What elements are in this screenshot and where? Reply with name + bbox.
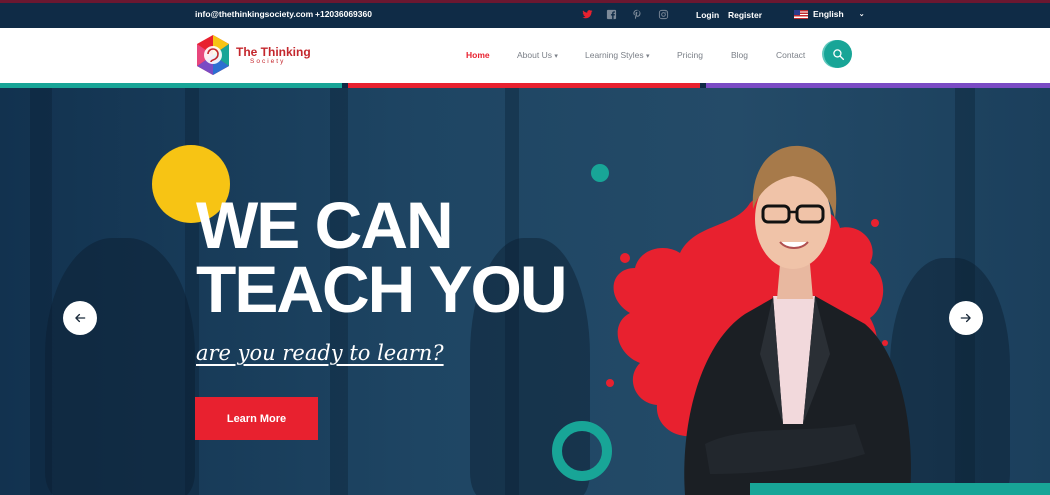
nav-blog[interactable]: Blog — [731, 50, 748, 60]
search-button[interactable] — [824, 40, 852, 68]
hero-slider: WE CAN TEACH YOU are you ready to learn?… — [0, 88, 1050, 495]
instagram-icon[interactable] — [656, 7, 670, 21]
decorative-teal-bar — [750, 483, 1050, 495]
nav-home[interactable]: Home — [466, 50, 490, 60]
nav-pricing[interactable]: Pricing — [677, 50, 703, 60]
contact-phone[interactable]: +12036069360 — [315, 9, 372, 19]
search-icon — [832, 48, 844, 60]
decorative-teal-dot — [591, 164, 609, 182]
brand-logo[interactable] — [195, 34, 231, 76]
nav-about-us[interactable]: About Us ▾ — [517, 50, 558, 60]
teacher-photo — [684, 145, 911, 495]
us-flag-icon — [794, 9, 808, 19]
hero-headline-line-1: WE CAN — [196, 188, 454, 262]
chevron-down-icon: ▾ — [554, 53, 558, 60]
register-link[interactable]: Register — [728, 10, 762, 20]
hero-headline-line-2: TEACH YOU — [196, 252, 567, 326]
chevron-down-icon: ▾ — [645, 53, 650, 60]
top-bar: info@thethinkingsociety.com +12036069360… — [0, 0, 1050, 28]
nav-contact[interactable]: Contact — [776, 50, 805, 60]
brand-name[interactable]: The Thinking — [236, 45, 311, 59]
pinterest-icon[interactable] — [630, 7, 644, 21]
arrow-left-icon — [75, 313, 86, 323]
slider-prev-button[interactable] — [63, 301, 97, 335]
chevron-down-icon: ⌄ — [858, 11, 865, 18]
twitter-icon[interactable] — [580, 7, 594, 21]
hero-tagline: are you ready to learn? — [196, 341, 444, 365]
language-selector[interactable]: English ⌄ — [794, 9, 865, 19]
login-link[interactable]: Login — [696, 10, 719, 20]
arrow-right-icon — [960, 313, 971, 323]
brand-tagline: Society — [250, 58, 286, 65]
background-student — [45, 238, 195, 495]
nav-learning-styles-label: Learning Styles — [585, 50, 644, 60]
contact-email[interactable]: info@thethinkingsociety.com — [195, 9, 313, 19]
nav-learning-styles[interactable]: Learning Styles ▾ — [585, 50, 649, 60]
slider-next-button[interactable] — [949, 301, 983, 335]
learn-more-button[interactable]: Learn More — [195, 397, 318, 440]
main-nav: The Thinking Society Home About Us ▾ Lea… — [0, 28, 1050, 83]
nav-about-us-label: About Us — [517, 50, 552, 60]
decorative-teal-ring — [552, 421, 612, 481]
facebook-icon[interactable] — [604, 7, 618, 21]
language-label: English — [813, 9, 844, 19]
